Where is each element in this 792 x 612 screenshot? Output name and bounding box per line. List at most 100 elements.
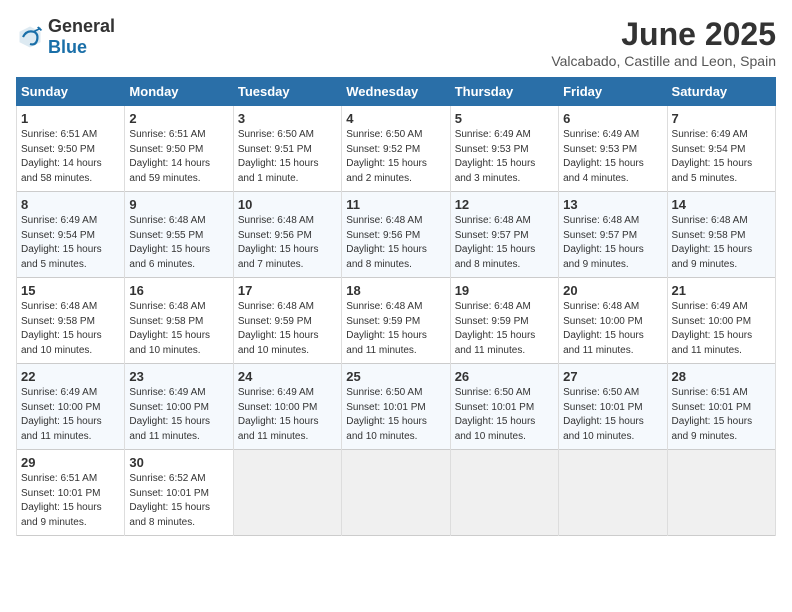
calendar-table: SundayMondayTuesdayWednesdayThursdayFrid… <box>16 77 776 536</box>
calendar-cell: 14 Sunrise: 6:48 AMSunset: 9:58 PMDayligh… <box>667 192 775 278</box>
calendar-cell: 27 Sunrise: 6:50 AMSunset: 10:01 PMDaylig… <box>559 364 667 450</box>
day-number: 21 <box>672 283 771 298</box>
month-title: June 2025 <box>551 16 776 53</box>
day-info: Sunrise: 6:49 AMSunset: 10:00 PMDaylight… <box>129 386 228 444</box>
day-info: Sunrise: 6:48 AMSunset: 9:58 PMDaylight:… <box>672 214 771 272</box>
header-friday: Friday <box>559 78 667 106</box>
day-number: 15 <box>21 283 120 298</box>
calendar-cell: 21 Sunrise: 6:49 AMSunset: 10:00 PMDaylig… <box>667 278 775 364</box>
logo-general: General <box>48 16 115 36</box>
calendar-cell: 24Sunrise: 6:49 AMSunset: 10:00 PMDaylig… <box>233 364 341 450</box>
day-number: 3 <box>238 111 337 126</box>
day-number: 17 <box>238 283 337 298</box>
calendar-cell: 20 Sunrise: 6:48 AMSunset: 10:00 PMDaylig… <box>559 278 667 364</box>
day-number: 13 <box>563 197 662 212</box>
day-info: Sunrise: 6:48 AMSunset: 9:59 PMDaylight:… <box>238 300 337 358</box>
calendar-cell: 18Sunrise: 6:48 AMSunset: 9:59 PMDayligh… <box>342 278 450 364</box>
day-number: 25 <box>346 369 445 384</box>
header-saturday: Saturday <box>667 78 775 106</box>
calendar-cell: 10 Sunrise: 6:48 AMSunset: 9:56 PMDayligh… <box>233 192 341 278</box>
day-info: Sunrise: 6:48 AMSunset: 9:56 PMDaylight:… <box>238 214 337 272</box>
day-number: 9 <box>129 197 228 212</box>
day-number: 30 <box>129 455 228 470</box>
day-info: Sunrise: 6:48 AMSunset: 9:59 PMDaylight:… <box>455 300 554 358</box>
day-number: 28 <box>672 369 771 384</box>
day-number: 19 <box>455 283 554 298</box>
day-number: 27 <box>563 369 662 384</box>
day-number: 22 <box>21 369 120 384</box>
logo-text: General Blue <box>48 16 115 58</box>
calendar-cell: 12Sunrise: 6:48 AMSunset: 9:57 PMDayligh… <box>450 192 558 278</box>
calendar-week-2: 8 Sunrise: 6:49 AMSunset: 9:54 PMDaylight… <box>17 192 776 278</box>
calendar-cell: 29 Sunrise: 6:51 AMSunset: 10:01 PMDaylig… <box>17 450 125 536</box>
calendar-cell: 26 Sunrise: 6:50 AMSunset: 10:01 PMDaylig… <box>450 364 558 450</box>
header-thursday: Thursday <box>450 78 558 106</box>
day-info: Sunrise: 6:49 AMSunset: 9:54 PMDaylight:… <box>21 214 120 272</box>
day-info: Sunrise: 6:50 AMSunset: 9:52 PMDaylight:… <box>346 128 445 186</box>
day-number: 11 <box>346 197 445 212</box>
header-tuesday: Tuesday <box>233 78 341 106</box>
day-info: Sunrise: 6:48 AMSunset: 10:00 PMDaylight… <box>563 300 662 358</box>
day-info: Sunrise: 6:48 AMSunset: 9:58 PMDaylight:… <box>129 300 228 358</box>
day-info: Sunrise: 6:50 AMSunset: 10:01 PMDaylight… <box>455 386 554 444</box>
day-info: Sunrise: 6:48 AMSunset: 9:58 PMDaylight:… <box>21 300 120 358</box>
day-number: 20 <box>563 283 662 298</box>
calendar-cell: 4Sunrise: 6:50 AMSunset: 9:52 PMDaylight… <box>342 106 450 192</box>
day-number: 8 <box>21 197 120 212</box>
calendar-cell: 17 Sunrise: 6:48 AMSunset: 9:59 PMDayligh… <box>233 278 341 364</box>
day-number: 29 <box>21 455 120 470</box>
day-info: Sunrise: 6:49 AMSunset: 9:53 PMDaylight:… <box>455 128 554 186</box>
header-sunday: Sunday <box>17 78 125 106</box>
calendar-week-5: 29 Sunrise: 6:51 AMSunset: 10:01 PMDaylig… <box>17 450 776 536</box>
day-info: Sunrise: 6:48 AMSunset: 9:56 PMDaylight:… <box>346 214 445 272</box>
day-info: Sunrise: 6:51 AMSunset: 9:50 PMDaylight:… <box>129 128 228 186</box>
calendar-cell: 8 Sunrise: 6:49 AMSunset: 9:54 PMDaylight… <box>17 192 125 278</box>
day-info: Sunrise: 6:51 AMSunset: 10:01 PMDaylight… <box>21 472 120 530</box>
day-number: 2 <box>129 111 228 126</box>
title-block: June 2025 Valcabado, Castille and Leon, … <box>551 16 776 69</box>
calendar-cell: 11 Sunrise: 6:48 AMSunset: 9:56 PMDayligh… <box>342 192 450 278</box>
calendar-cell: 2 Sunrise: 6:51 AMSunset: 9:50 PMDaylight… <box>125 106 233 192</box>
calendar-cell: 16Sunrise: 6:48 AMSunset: 9:58 PMDayligh… <box>125 278 233 364</box>
calendar-week-1: 1Sunrise: 6:51 AMSunset: 9:50 PMDaylight… <box>17 106 776 192</box>
day-info: Sunrise: 6:50 AMSunset: 10:01 PMDaylight… <box>563 386 662 444</box>
calendar-cell: 22 Sunrise: 6:49 AMSunset: 10:00 PMDaylig… <box>17 364 125 450</box>
calendar-week-3: 15 Sunrise: 6:48 AMSunset: 9:58 PMDayligh… <box>17 278 776 364</box>
calendar-cell <box>450 450 558 536</box>
calendar-cell <box>559 450 667 536</box>
calendar-cell: 3 Sunrise: 6:50 AMSunset: 9:51 PMDaylight… <box>233 106 341 192</box>
calendar-cell: 5Sunrise: 6:49 AMSunset: 9:53 PMDaylight… <box>450 106 558 192</box>
day-info: Sunrise: 6:49 AMSunset: 9:54 PMDaylight:… <box>672 128 771 186</box>
day-number: 7 <box>672 111 771 126</box>
calendar-header-row: SundayMondayTuesdayWednesdayThursdayFrid… <box>17 78 776 106</box>
day-number: 6 <box>563 111 662 126</box>
calendar-cell: 25 Sunrise: 6:50 AMSunset: 10:01 PMDaylig… <box>342 364 450 450</box>
day-info: Sunrise: 6:49 AMSunset: 10:00 PMDaylight… <box>672 300 771 358</box>
day-info: Sunrise: 6:50 AMSunset: 10:01 PMDaylight… <box>346 386 445 444</box>
day-info: Sunrise: 6:48 AMSunset: 9:55 PMDaylight:… <box>129 214 228 272</box>
calendar-cell <box>342 450 450 536</box>
day-info: Sunrise: 6:52 AMSunset: 10:01 PMDaylight… <box>129 472 228 530</box>
calendar-cell: 13Sunrise: 6:48 AMSunset: 9:57 PMDayligh… <box>559 192 667 278</box>
location-title: Valcabado, Castille and Leon, Spain <box>551 53 776 69</box>
day-info: Sunrise: 6:49 AMSunset: 10:00 PMDaylight… <box>21 386 120 444</box>
day-number: 23 <box>129 369 228 384</box>
logo-blue: Blue <box>48 37 87 57</box>
calendar-cell: 6Sunrise: 6:49 AMSunset: 9:53 PMDaylight… <box>559 106 667 192</box>
day-number: 14 <box>672 197 771 212</box>
day-info: Sunrise: 6:51 AMSunset: 10:01 PMDaylight… <box>672 386 771 444</box>
day-info: Sunrise: 6:51 AMSunset: 9:50 PMDaylight:… <box>21 128 120 186</box>
calendar-cell: 7 Sunrise: 6:49 AMSunset: 9:54 PMDaylight… <box>667 106 775 192</box>
calendar-cell <box>667 450 775 536</box>
day-number: 26 <box>455 369 554 384</box>
logo: General Blue <box>16 16 115 58</box>
day-number: 24 <box>238 369 337 384</box>
header-monday: Monday <box>125 78 233 106</box>
logo-icon <box>16 23 44 51</box>
calendar-cell: 19 Sunrise: 6:48 AMSunset: 9:59 PMDayligh… <box>450 278 558 364</box>
day-info: Sunrise: 6:50 AMSunset: 9:51 PMDaylight:… <box>238 128 337 186</box>
header-wednesday: Wednesday <box>342 78 450 106</box>
calendar-cell: 1Sunrise: 6:51 AMSunset: 9:50 PMDaylight… <box>17 106 125 192</box>
page-header: General Blue June 2025 Valcabado, Castil… <box>16 16 776 69</box>
day-number: 10 <box>238 197 337 212</box>
